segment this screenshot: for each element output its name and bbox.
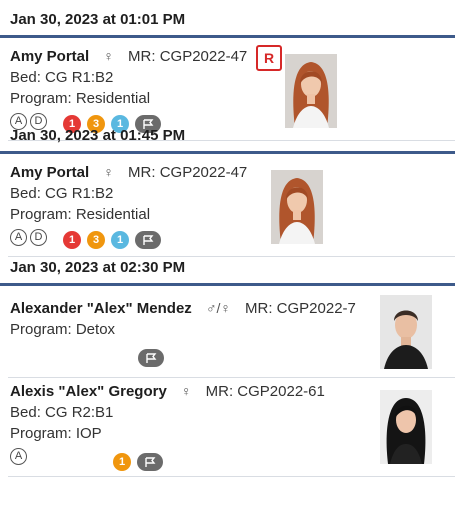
patient-photo <box>380 390 432 464</box>
status-a-icon[interactable]: A <box>10 448 27 465</box>
group-1: Jan 30, 2023 at 01:45 PM Amy Portal ♀ MR… <box>0 116 455 264</box>
flag-icon[interactable] <box>135 231 161 249</box>
alert-count-badge[interactable]: 1 <box>63 231 81 249</box>
group-2: Jan 30, 2023 at 02:30 PM Alexander "Alex… <box>0 248 455 477</box>
medical-record-number: MR: CGP2022-47 <box>128 164 248 181</box>
medical-record-number: MR: CGP2022-7 <box>245 300 356 317</box>
patient-name[interactable]: Amy Portal <box>10 164 89 181</box>
patient-card[interactable]: Alexis "Alex" Gregory ♀ MR: CGP2022-61 B… <box>8 378 455 477</box>
flag-icon[interactable] <box>137 453 163 471</box>
female-gender-icon: ♀ <box>180 383 192 399</box>
patient-name[interactable]: Alexander "Alex" Mendez <box>10 300 192 317</box>
patient-name[interactable]: Amy Portal <box>10 48 89 65</box>
group-time-header: Jan 30, 2023 at 02:30 PM <box>0 248 455 286</box>
program-label: Program: Detox <box>10 321 116 338</box>
female-gender-icon: ♀ <box>103 48 114 64</box>
program-label: Program: IOP <box>10 425 102 442</box>
medical-record-number: MR: CGP2022-61 <box>205 383 325 400</box>
program-label: Program: Residential <box>10 206 151 223</box>
r-flag-badge[interactable]: R <box>256 45 282 71</box>
gender-icon: ♂/♀ <box>205 300 231 316</box>
program-label: Program: Residential <box>10 90 151 107</box>
bed-assignment: Bed: CG R2:B1 <box>10 404 114 421</box>
female-gender-icon: ♀ <box>103 164 114 180</box>
bed-assignment: Bed: CG R1:B2 <box>10 69 114 86</box>
alert-count-badge[interactable]: 1 <box>113 453 131 471</box>
status-d-icon[interactable]: D <box>30 229 47 246</box>
group-time-header: Jan 30, 2023 at 01:45 PM <box>0 116 455 154</box>
group-time-header: Jan 30, 2023 at 01:01 PM <box>0 0 455 38</box>
status-a-icon[interactable]: A <box>10 229 27 246</box>
flag-icon[interactable] <box>138 349 164 367</box>
group-0: Jan 30, 2023 at 01:01 PM Amy Portal ♀ MR… <box>0 0 455 141</box>
alert-count-badge[interactable]: 1 <box>111 231 129 249</box>
bed-assignment: Bed: CG R1:B2 <box>10 185 114 202</box>
patient-card[interactable]: Amy Portal ♀ MR: CGP2022-47 Bed: CG R1:B… <box>8 154 455 257</box>
patient-photo <box>380 295 432 369</box>
patient-name[interactable]: Alexis "Alex" Gregory <box>10 383 167 400</box>
alert-count-badge[interactable]: 3 <box>87 231 105 249</box>
patient-photo <box>271 170 323 244</box>
medical-record-number: MR: CGP2022-47 <box>128 48 248 65</box>
patient-card[interactable]: Alexander "Alex" Mendez ♂/♀ MR: CGP2022-… <box>8 286 455 378</box>
